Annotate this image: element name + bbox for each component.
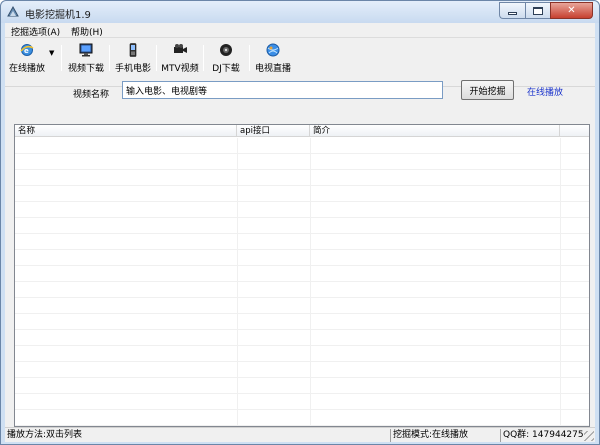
- tool-mtv-video[interactable]: MTV视频: [160, 42, 200, 82]
- table-body[interactable]: [15, 138, 589, 426]
- table-row: [15, 202, 589, 218]
- menu-help[interactable]: 帮助(H): [71, 25, 103, 38]
- search-input[interactable]: [122, 81, 443, 99]
- table-row: [15, 378, 589, 394]
- toolbar-separator: [61, 45, 62, 71]
- menu-bar: 挖掘选项(A) 帮助(H): [5, 23, 595, 38]
- close-icon: ✕: [567, 5, 576, 16]
- table-row: [15, 314, 589, 330]
- table-row: [15, 250, 589, 266]
- client-area: 挖掘选项(A) 帮助(H) e 在线播放 ▼ 视频下载 手机电影 MTV视频 D…: [5, 23, 595, 442]
- column-header-api[interactable]: api接口: [237, 125, 310, 137]
- table-row: [15, 154, 589, 170]
- tool-dj-download[interactable]: DJ下载: [207, 42, 245, 82]
- start-dig-button[interactable]: 开始挖掘: [461, 80, 514, 100]
- status-bar: 播放方法:双击列表 挖掘模式:在线播放 QQ群: 147944275: [5, 427, 595, 442]
- toolbar-separator: [249, 45, 250, 71]
- video-name-label: 视频名称: [73, 90, 110, 100]
- maximize-button[interactable]: [525, 2, 550, 19]
- svg-text:e: e: [24, 47, 29, 55]
- results-table[interactable]: 名称 api接口 简介: [14, 124, 590, 427]
- status-qq-group: QQ群: 147944275: [500, 429, 584, 442]
- window-controls: ✕: [499, 2, 593, 20]
- table-row: [15, 394, 589, 410]
- video-camera-icon: [174, 44, 187, 53]
- close-button[interactable]: ✕: [550, 2, 593, 19]
- tv-globe-icon: [266, 43, 280, 57]
- toolbar-separator: [156, 45, 157, 71]
- window-title: 电影挖掘机1.9: [25, 10, 91, 21]
- tool-tv-live[interactable]: 电视直播: [253, 42, 293, 82]
- table-row: [15, 218, 589, 234]
- table-row: [15, 346, 589, 362]
- status-dig-mode: 挖掘模式:在线播放: [390, 429, 468, 442]
- app-window: 电影挖掘机1.9 ✕ 挖掘选项(A) 帮助(H) e 在线播放 ▼ 视频下载 手…: [0, 0, 600, 445]
- dropdown-arrow-icon[interactable]: ▼: [49, 49, 54, 57]
- table-row: [15, 266, 589, 282]
- table-row: [15, 330, 589, 346]
- tool-label: DJ下载: [212, 64, 240, 74]
- tool-video-download[interactable]: 视频下载: [66, 42, 106, 82]
- title-bar[interactable]: 电影挖掘机1.9 ✕: [1, 1, 599, 23]
- table-row: [15, 186, 589, 202]
- minimize-icon: [508, 11, 517, 15]
- table-header: 名称 api接口 简介: [15, 125, 589, 137]
- table-row: [15, 234, 589, 250]
- table-row: [15, 282, 589, 298]
- table-row: [15, 138, 589, 154]
- tool-label: MTV视频: [161, 64, 199, 74]
- tool-label: 视频下载: [67, 64, 104, 74]
- status-play-method: 播放方法:双击列表: [7, 430, 83, 440]
- monitor-icon: [79, 43, 93, 57]
- tool-label: 电视直播: [254, 64, 291, 74]
- resize-grip-icon[interactable]: [584, 431, 594, 441]
- maximize-icon: [533, 6, 543, 15]
- column-header-name[interactable]: 名称: [15, 125, 237, 137]
- minimize-button[interactable]: [499, 2, 525, 19]
- speaker-icon: [220, 44, 232, 56]
- table-row: [15, 170, 589, 186]
- ie-globe-icon: e: [20, 44, 34, 56]
- toolbar-separator: [109, 45, 110, 71]
- toolbar-separator: [203, 45, 204, 71]
- menu-dig-options[interactable]: 挖掘选项(A): [11, 25, 60, 38]
- tool-online-play[interactable]: e 在线播放: [7, 42, 47, 82]
- table-row: [15, 362, 589, 378]
- tool-label: 在线播放: [8, 64, 45, 74]
- app-icon: [7, 5, 19, 17]
- column-header-intro[interactable]: 简介: [310, 125, 560, 137]
- table-row: [15, 410, 589, 426]
- tool-label: 手机电影: [114, 64, 151, 74]
- tool-mobile-movie[interactable]: 手机电影: [113, 42, 153, 82]
- table-row: [15, 298, 589, 314]
- online-play-link[interactable]: 在线播放: [527, 85, 563, 98]
- mobile-phone-icon: [129, 43, 137, 57]
